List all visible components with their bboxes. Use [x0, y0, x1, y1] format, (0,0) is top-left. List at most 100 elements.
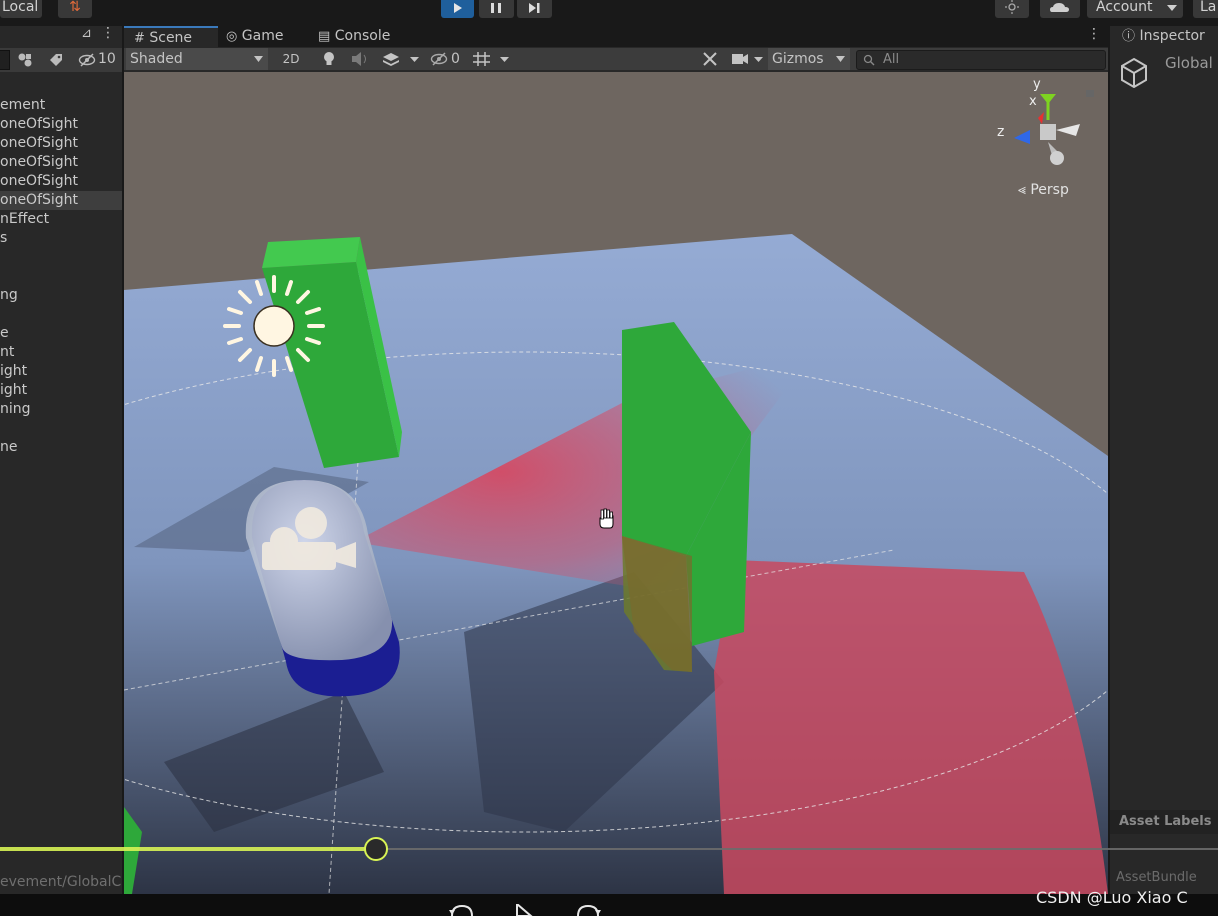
tag-icon[interactable]: [48, 52, 64, 68]
tools-toggle[interactable]: [696, 48, 724, 70]
hierarchy-header: ⊿ ⋮: [0, 26, 122, 46]
play-icon: [454, 3, 462, 13]
hierarchy-item[interactable]: oneOfSight: [0, 134, 78, 153]
timeline-track[interactable]: [0, 847, 1218, 851]
grid-toggle[interactable]: [470, 48, 494, 70]
chevron-down-icon: [1167, 5, 1177, 11]
forward-icon[interactable]: [574, 902, 602, 916]
mode-2d-toggle[interactable]: 2D: [276, 48, 306, 70]
scene-visibility-icon[interactable]: [17, 52, 33, 68]
scene-search-input[interactable]: All: [856, 50, 1106, 70]
persp-chevron-icon: ⪡: [1018, 182, 1026, 198]
scene-viewport[interactable]: y x z ⪡ Persp: [124, 72, 1108, 894]
rewind-icon[interactable]: [448, 902, 476, 916]
hidden-count: 10: [98, 51, 116, 67]
grid-dropdown[interactable]: [498, 48, 514, 70]
speaker-icon: [352, 52, 366, 66]
main-toolbar: Local ⇅ Account La: [0, 0, 1218, 18]
search-icon: [863, 54, 875, 66]
tab-inspector[interactable]: ⓘ Inspector: [1110, 26, 1218, 47]
mode-2d-label: 2D: [282, 52, 300, 66]
hierarchy-item[interactable]: e: [0, 324, 9, 343]
chevron-down-icon: [410, 57, 419, 62]
asset-bundle-label: AssetBundle: [1116, 870, 1197, 885]
tab-game-label: Game: [241, 28, 284, 44]
pivot-local-button[interactable]: Local: [0, 0, 42, 18]
hidden-layers-toggle[interactable]: 0: [428, 48, 468, 70]
inspector-panel: ⓘ Inspector Global Asset Labels AssetBun…: [1110, 26, 1218, 894]
play-video-icon[interactable]: [514, 904, 534, 916]
gizmos-label: Gizmos: [772, 51, 824, 67]
layers-label: La: [1200, 0, 1217, 15]
hierarchy-item[interactable]: ight: [0, 381, 27, 400]
hierarchy-panel: ⊿ ⋮ 10 ement oneOfSight oneOfSight oneOfSig…: [0, 26, 122, 894]
hierarchy-search-input[interactable]: [0, 50, 10, 70]
camera-dropdown[interactable]: [728, 48, 766, 70]
projection-label: Persp: [1030, 182, 1069, 198]
lock-icon[interactable]: ⊿: [81, 26, 92, 41]
axis-x-label: x: [1029, 94, 1037, 109]
hierarchy-item[interactable]: ement: [0, 96, 45, 115]
tab-scene[interactable]: # Scene: [124, 26, 218, 47]
light-bulb-icon: [324, 52, 334, 65]
timeline-progress: [0, 847, 376, 851]
axis-y-label: y: [1033, 77, 1041, 92]
asset-labels-header[interactable]: Asset Labels: [1110, 810, 1218, 834]
play-button[interactable]: [441, 0, 474, 18]
step-button[interactable]: [517, 0, 552, 18]
hierarchy-item[interactable]: nEffect: [0, 210, 49, 229]
hierarchy-item[interactable]: ight: [0, 362, 27, 381]
hierarchy-item[interactable]: ne: [0, 438, 18, 457]
layers-dropdown[interactable]: La: [1193, 0, 1218, 18]
collab-icon[interactable]: ⇅: [58, 0, 92, 18]
inspector-object-name: Global: [1165, 54, 1213, 72]
scene-hash-icon: #: [134, 31, 145, 46]
layers-stack-icon: [383, 53, 399, 66]
account-dropdown[interactable]: Account: [1087, 0, 1183, 18]
hierarchy-path-label: evement/GlobalCo: [0, 874, 122, 890]
hierarchy-item[interactable]: ning: [0, 400, 31, 419]
services-button[interactable]: [995, 0, 1029, 18]
chevron-down-icon: [836, 56, 845, 62]
video-camera-icon: [732, 54, 763, 64]
gizmo-lock-icon[interactable]: [1086, 90, 1094, 97]
hierarchy-item[interactable]: oneOfSight: [0, 115, 78, 134]
tab-console[interactable]: ▤ Console: [318, 26, 408, 47]
projection-toggle[interactable]: ⪡ Persp: [1018, 182, 1069, 198]
hierarchy-item[interactable]: oneOfSight: [0, 153, 78, 172]
search-placeholder: All: [883, 52, 900, 67]
pause-button[interactable]: [479, 0, 514, 18]
hierarchy-toolbar: 10: [0, 48, 122, 72]
gizmos-dropdown[interactable]: Gizmos: [768, 48, 850, 70]
more-menu-icon[interactable]: ⋮: [101, 26, 115, 41]
scene-more-menu-icon[interactable]: ⋮: [1087, 26, 1101, 42]
scene-panel: # Scene ◎ Game ▤ Console ⋮ Shaded 2D 0 G…: [124, 26, 1108, 894]
console-icon: ▤: [318, 29, 331, 44]
effects-dropdown[interactable]: [408, 48, 422, 70]
local-label: Local: [2, 0, 39, 15]
tab-game[interactable]: ◎ Game: [226, 26, 306, 47]
cloud-button[interactable]: [1040, 0, 1080, 18]
effects-toggle[interactable]: [378, 48, 404, 70]
hierarchy-item[interactable]: nt: [0, 343, 14, 362]
hierarchy-item[interactable]: oneOfSight: [0, 172, 78, 191]
grid-icon: [473, 52, 490, 66]
gizmo-center-cube[interactable]: [1040, 124, 1056, 140]
step-icon: [529, 3, 540, 13]
info-icon: ⓘ: [1122, 29, 1136, 44]
hierarchy-item[interactable]: ng: [0, 286, 18, 305]
scene-render: [124, 72, 1108, 894]
shading-mode-dropdown[interactable]: Shaded: [126, 48, 268, 70]
audio-toggle[interactable]: [346, 48, 372, 70]
hierarchy-item[interactable]: s: [0, 229, 7, 248]
sun-settings-icon: [1005, 0, 1019, 14]
tab-scene-label: Scene: [149, 30, 193, 46]
hidden-objects-toggle[interactable]: 10: [78, 51, 122, 69]
inspector-tab-label: Inspector: [1139, 28, 1205, 44]
unity-logo-icon: [1121, 57, 1147, 88]
lighting-toggle[interactable]: [316, 48, 342, 70]
sun-light-icon: [223, 275, 325, 377]
timeline-knob[interactable]: [364, 837, 388, 861]
hierarchy-item[interactable]: oneOfSight: [0, 191, 122, 210]
eye-hidden-icon: [430, 52, 448, 66]
